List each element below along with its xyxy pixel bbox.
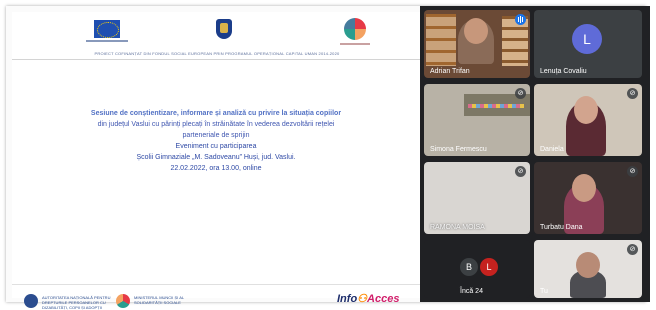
participant-tile-daniela[interactable]: ⊘ Daniela [534, 84, 642, 156]
program-logo-caption [340, 43, 370, 45]
infoacces-logo: Info⚇Acces [337, 292, 399, 305]
ministry-name: MINISTERUL MUNCII ȘI AL SOLIDARITĂȚII SO… [134, 295, 184, 305]
mic-off-icon: ⊘ [515, 166, 526, 177]
eu-flag-logo [94, 20, 120, 38]
brand-prefix: Info [337, 293, 358, 305]
participant-head [576, 252, 600, 278]
participant-head [574, 96, 598, 124]
mic-off-icon: ⊘ [627, 244, 638, 255]
brand-suffix: Acces [367, 293, 400, 305]
title-line-1: Sesiune de conștientizare, informare și … [90, 110, 342, 117]
participant-head [464, 18, 488, 44]
shelf-decor [468, 104, 524, 108]
participant-name: Daniela [540, 146, 564, 153]
participant-tile-turbatu-dana[interactable]: ⊘ Turbatu Dana [534, 162, 642, 234]
mic-off-icon: ⊘ [515, 88, 526, 99]
government-crest-logo [216, 19, 232, 39]
shared-presentation-slide: PROIECT COFINANȚAT DIN FONDUL SOCIAL EUR… [12, 12, 420, 310]
audio-level-icon [515, 14, 526, 25]
project-cofinancing-line: PROIECT COFINANȚAT DIN FONDUL SOCIAL EUR… [94, 51, 340, 56]
mic-off-icon: ⊘ [627, 88, 638, 99]
title-line-2: din județul Vaslui cu părinți plecați în… [97, 121, 335, 128]
participant-name: Turbatu Dana [540, 224, 583, 231]
mic-off-icon: ⊘ [627, 166, 638, 177]
participant-name: RAMONA MOISA [430, 224, 485, 231]
participant-name: Tu [540, 288, 548, 295]
bookshelf-background [426, 14, 456, 66]
participant-tile-lenuta-covaliu[interactable]: L Lenuța Covaliu [534, 10, 642, 78]
avatar: L [572, 24, 602, 54]
footer-divider [12, 284, 420, 285]
ministry-logo [116, 294, 130, 308]
header-divider [12, 59, 420, 60]
more-participants-label: Încă 24 [460, 288, 483, 295]
participant-name: Simona Fermescu [430, 146, 487, 153]
slide-title-block: Sesiune de conștientizare, informare și … [12, 108, 420, 174]
eu-logo-caption [86, 40, 128, 42]
event-line: Eveniment cu participarea [175, 143, 257, 150]
participant-tile-simona-fermescu[interactable]: ⊘ Simona Fermescu [424, 84, 530, 156]
participant-name: Adrian Trifan [430, 68, 470, 75]
participant-name: Lenuța Covaliu [540, 68, 587, 75]
people-figure-icon: ⚇ [357, 293, 368, 305]
school-line: Școlii Gimnaziale „M. Sadoveanu” Huși, j… [136, 154, 296, 161]
avatar: B [460, 258, 478, 276]
meeting-participants-panel: Adrian Trifan L Lenuța Covaliu ⊘ Simona … [420, 6, 650, 302]
participant-head [572, 174, 596, 202]
participant-tile-adrian-trifan[interactable]: Adrian Trifan [424, 10, 530, 78]
date-line: 22.02.2022, ora 13.00, online [170, 165, 262, 172]
title-line-3: parteneriale de sprijin [182, 132, 250, 139]
program-logo [344, 18, 366, 40]
avatar: L [480, 258, 498, 276]
authority-name: AUTORITATEA NAȚIONALĂ PENTRU DREPTURILE … [42, 295, 111, 310]
more-participants-tile[interactable]: B L Încă 24 [424, 240, 530, 298]
participant-tile-self[interactable]: ⊘ Tu [534, 240, 642, 298]
header-logos [12, 12, 420, 50]
authority-logo [24, 294, 38, 308]
participant-tile-ramona-moisa[interactable]: ⊘ RAMONA MOISA [424, 162, 530, 234]
